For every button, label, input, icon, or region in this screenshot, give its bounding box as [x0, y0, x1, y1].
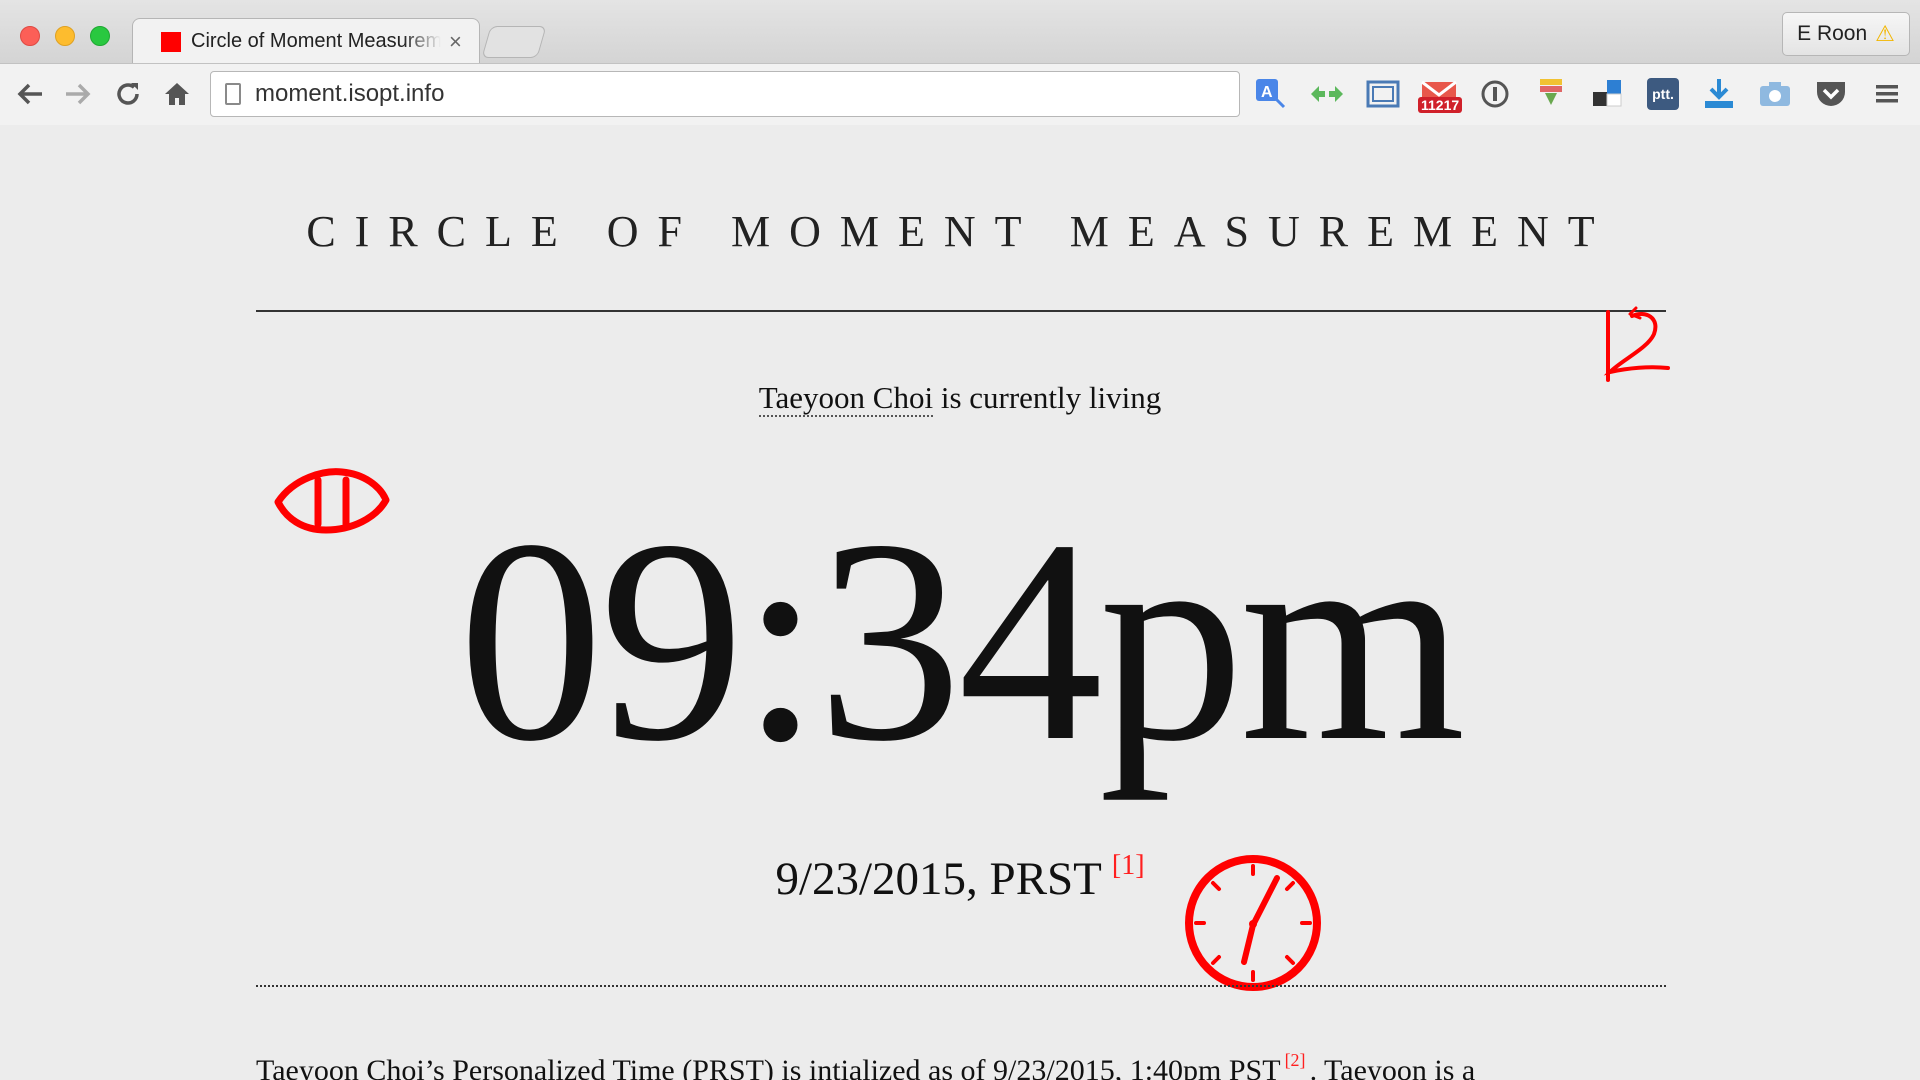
tab-title: Circle of Moment Measurement: [191, 30, 441, 52]
tiles-icon[interactable]: [1586, 73, 1628, 115]
footnote-link-1[interactable]: [1]: [1112, 850, 1145, 881]
title-divider: [256, 310, 1666, 312]
page-icon: [225, 83, 241, 105]
warning-icon: ⚠: [1875, 21, 1895, 46]
intro-line: Taeyoon Choi is currently living: [0, 380, 1920, 417]
tab-close-icon[interactable]: ×: [449, 29, 462, 55]
password-manager-icon[interactable]: [1474, 73, 1516, 115]
profile-button[interactable]: E Roon ⚠: [1782, 12, 1910, 56]
footnote-link-2[interactable]: [2]: [1285, 1050, 1306, 1070]
forward-arrow-icon[interactable]: [58, 74, 98, 114]
back-arrow-icon[interactable]: [10, 74, 50, 114]
sync-arrows-icon[interactable]: [1306, 73, 1348, 115]
close-window-button[interactable]: [20, 26, 40, 46]
red-clock-doodle-icon: [1185, 855, 1321, 991]
address-bar[interactable]: moment.isopt.info: [210, 71, 1240, 117]
zoom-window-button[interactable]: [90, 26, 110, 46]
favicon-red-square-icon: [161, 31, 181, 52]
intro-text: is currently living: [933, 380, 1162, 415]
translate-icon[interactable]: A: [1250, 73, 1292, 115]
camera-icon[interactable]: [1754, 73, 1796, 115]
profile-name: E Roon: [1797, 22, 1868, 45]
date-line: 9/23/2015, PRST [1]: [0, 850, 1920, 906]
svg-text:A: A: [1261, 84, 1273, 101]
gmail-icon[interactable]: 11217: [1418, 73, 1463, 115]
pocket-icon[interactable]: [1810, 73, 1852, 115]
menu-hamburger-icon[interactable]: [1866, 73, 1908, 115]
tab-strip: Circle of Moment Measurement × E Roon ⚠: [0, 0, 1920, 64]
red-doodle-symbol-icon: [1603, 306, 1670, 382]
screenshot-frame-icon[interactable]: [1362, 73, 1404, 115]
person-name-link-2[interactable]: Taeyoon Choi: [256, 1054, 425, 1080]
gmail-unread-badge: 11217: [1418, 97, 1463, 113]
download-icon[interactable]: [1698, 73, 1740, 115]
extensions-bar: A 11217 ptt.: [1250, 72, 1908, 116]
section-divider: [256, 985, 1666, 987]
ptt-label: ptt.: [1647, 78, 1679, 110]
browser-toolbar: moment.isopt.info A 11217 ptt.: [0, 63, 1920, 125]
ptt-icon[interactable]: ptt.: [1642, 73, 1684, 115]
home-icon[interactable]: [157, 74, 197, 114]
page-content: CIRCLE OF MOMENT MEASUREMENT Taeyoon Cho…: [0, 126, 1920, 1080]
url-text[interactable]: moment.isopt.info: [255, 80, 444, 108]
minimize-window-button[interactable]: [55, 26, 75, 46]
person-name-link[interactable]: Taeyoon Choi: [758, 380, 934, 417]
browser-chrome: Circle of Moment Measurement × E Roon ⚠ …: [0, 0, 1920, 125]
description-text-2: . Taeyoon is a: [1309, 1054, 1476, 1080]
date-text: 9/23/2015, PRST: [775, 853, 1102, 905]
page-title: CIRCLE OF MOMENT MEASUREMENT: [306, 207, 1614, 256]
description-text-1: ’s Personalized Time (PRST) is intialize…: [424, 1054, 1281, 1080]
new-tab-button[interactable]: [481, 26, 547, 58]
reload-icon[interactable]: [108, 74, 148, 114]
description-paragraph: Taeyoon Choi’s Personalized Time (PRST) …: [256, 1050, 1706, 1080]
highlighter-icon[interactable]: [1530, 73, 1572, 115]
current-time: 09:34pm: [458, 480, 1465, 801]
tab-circle-of-moment[interactable]: Circle of Moment Measurement ×: [132, 18, 480, 64]
